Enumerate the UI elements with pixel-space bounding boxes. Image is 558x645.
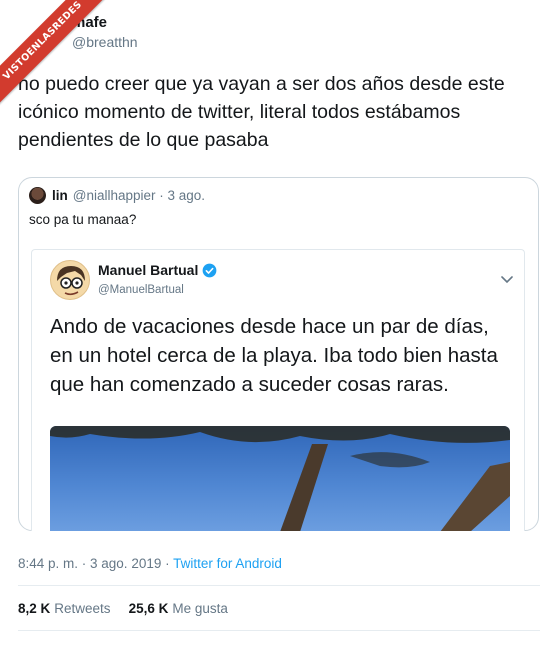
retweets-count[interactable]: 8,2 K: [18, 601, 50, 616]
embedded-author-handle[interactable]: @ManuelBartual: [98, 284, 184, 296]
likes-label[interactable]: Me gusta: [172, 601, 228, 616]
likes-count[interactable]: 25,6 K: [129, 601, 169, 616]
source-link[interactable]: Twitter for Android: [173, 556, 282, 571]
quoted-author-meta: @niallhappier · 3 ago.: [72, 188, 206, 203]
author-handle[interactable]: @breatthn: [72, 34, 138, 50]
tweet-text: no puedo creer que ya vayan a ser dos añ…: [18, 73, 505, 151]
tweet-timestamp: 8:44 p. m. · 3 ago. 2019 · Twitter for A…: [18, 556, 282, 571]
retweets-label[interactable]: Retweets: [54, 601, 110, 616]
chevron-down-icon[interactable]: [500, 272, 514, 286]
quoted-tweet-header: lin @niallhappier · 3 ago.: [29, 187, 205, 204]
divider: [18, 630, 540, 631]
embedded-author-name[interactable]: Manuel Bartual: [98, 262, 198, 278]
embedded-author-row: Manuel Bartual: [98, 262, 217, 278]
embedded-photo[interactable]: [50, 426, 510, 531]
avatar-cartoon-icon[interactable]: [50, 260, 90, 300]
quoted-avatar[interactable]: [29, 187, 46, 204]
verified-badge-icon: [202, 263, 217, 277]
divider: [18, 585, 540, 586]
embedded-tweet-image[interactable]: Manuel Bartual @ManuelBartual Ando de va…: [31, 249, 525, 531]
quoted-author-name[interactable]: lin: [52, 188, 68, 203]
embedded-tweet-text: Ando de vacaciones desde hace un par de …: [50, 315, 498, 396]
timestamp-text[interactable]: 8:44 p. m. · 3 ago. 2019 ·: [18, 556, 173, 571]
quoted-tweet-text: sco pa tu manaa?: [29, 212, 137, 227]
engagement-stats: 8,2 K Retweets 25,6 K Me gusta: [18, 601, 246, 616]
